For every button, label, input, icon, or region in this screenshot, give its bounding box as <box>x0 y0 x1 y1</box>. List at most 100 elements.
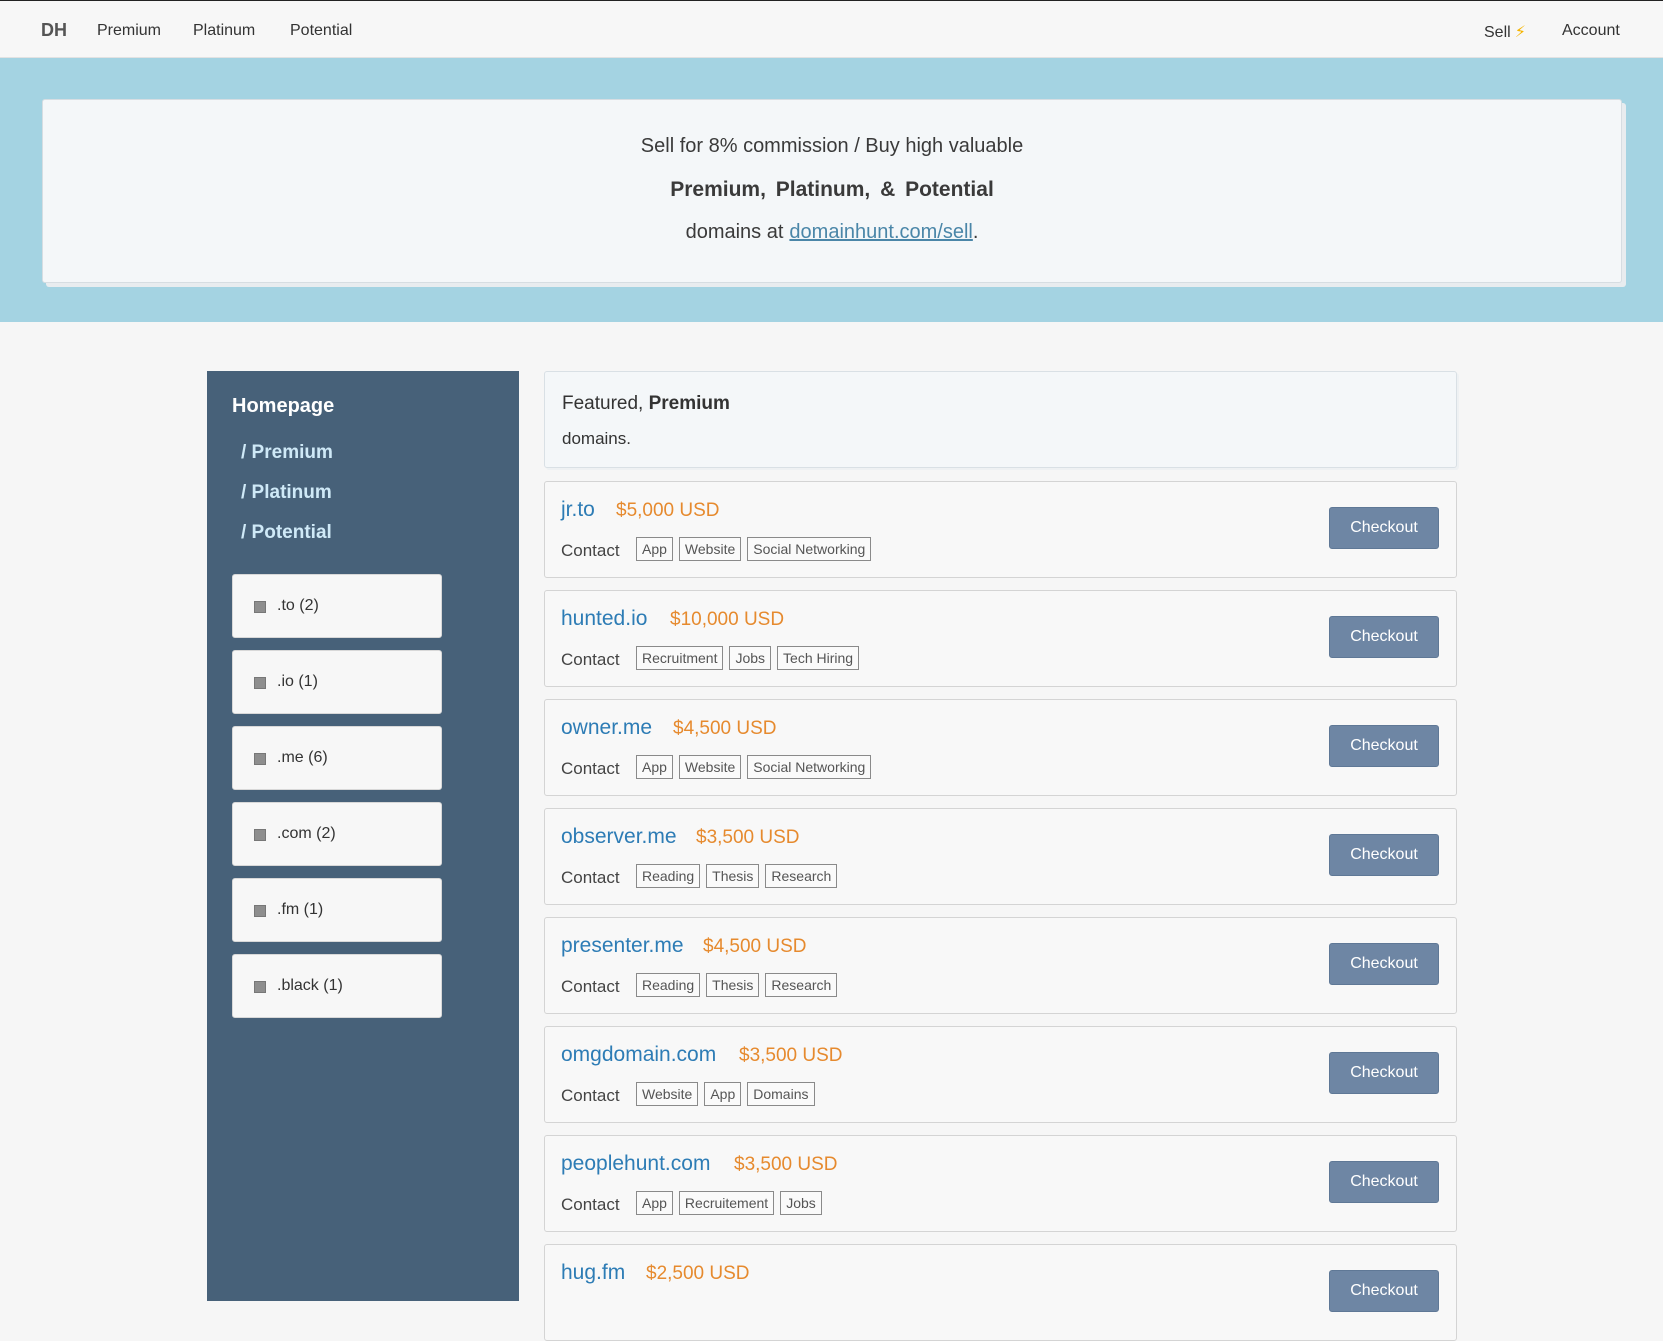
checkbox-icon[interactable] <box>254 981 266 993</box>
domain-tag: Social Networking <box>747 537 872 561</box>
domain-price: $4,500 USD <box>703 936 807 957</box>
nav-account-link[interactable]: Account <box>1562 22 1620 40</box>
domain-tag: Website <box>636 1082 699 1106</box>
contact-link[interactable]: Contact <box>561 650 620 670</box>
domain-name-link[interactable]: presenter.me <box>561 934 684 958</box>
domain-tag: Reading <box>636 864 701 888</box>
domain-name-link[interactable]: peoplehunt.com <box>561 1152 710 1176</box>
tld-filter-io[interactable]: .io (1) <box>232 650 442 714</box>
contact-link[interactable]: Contact <box>561 977 620 997</box>
domain-card: presenter.me $4,500 USD Contact Reading … <box>544 917 1457 1014</box>
contact-link[interactable]: Contact <box>561 868 620 888</box>
sidebar-category-platinum[interactable]: / Platinum <box>241 482 332 504</box>
domain-price: $10,000 USD <box>670 609 785 630</box>
checkbox-icon[interactable] <box>254 905 266 917</box>
tld-filter-label: .me (6) <box>277 749 328 766</box>
nav-link-potential[interactable]: Potential <box>290 22 352 40</box>
tld-filter-label: .black (1) <box>277 977 343 994</box>
domain-tag: Research <box>765 973 838 997</box>
hero-cta-line: domains at domainhunt.com/sell. <box>43 221 1621 244</box>
hero-card: Sell for 8% commission / Buy high valuab… <box>42 99 1622 283</box>
domain-price: $5,000 USD <box>616 500 720 521</box>
checkbox-icon[interactable] <box>254 829 266 841</box>
domain-name-link[interactable]: omgdomain.com <box>561 1043 716 1067</box>
domain-tag: App <box>636 755 673 779</box>
domain-tag: Reading <box>636 973 701 997</box>
nav-link-premium[interactable]: Premium <box>97 22 161 40</box>
domain-tag: App <box>704 1082 742 1106</box>
contact-link[interactable]: Contact <box>561 1086 620 1106</box>
tld-filter-me[interactable]: .me (6) <box>232 726 442 790</box>
checkout-button[interactable]: Checkout <box>1329 1270 1439 1312</box>
featured-prefix: Featured, <box>562 393 649 414</box>
domain-card: jr.to $5,000 USD Contact App Website Soc… <box>544 481 1457 578</box>
checkbox-icon[interactable] <box>254 601 266 613</box>
contact-link[interactable]: Contact <box>561 1195 620 1215</box>
nav-sell-label: Sell <box>1484 24 1511 41</box>
domain-price: $3,500 USD <box>734 1154 838 1175</box>
domain-tag: Jobs <box>729 646 772 670</box>
tld-filter-black[interactable]: .black (1) <box>232 954 442 1018</box>
featured-subtitle: domains. <box>562 429 631 448</box>
domain-tag: Thesis <box>706 973 760 997</box>
tag-list: Recruitment Jobs Tech Hiring <box>636 646 860 670</box>
sidebar: Homepage / Premium / Platinum / Potentia… <box>207 371 519 1301</box>
sell-page-link[interactable]: domainhunt.com/sell <box>789 221 972 243</box>
domain-price: $2,500 USD <box>646 1263 750 1284</box>
domain-card: hug.fm $2,500 USD Checkout <box>544 1244 1457 1341</box>
domain-card: omgdomain.com $3,500 USD Contact Website… <box>544 1026 1457 1123</box>
domain-tag: App <box>636 1191 673 1215</box>
domain-tag: Social Networking <box>747 755 872 779</box>
domain-card: owner.me $4,500 USD Contact App Website … <box>544 699 1457 796</box>
tag-list: App Website Social Networking <box>636 755 872 779</box>
checkout-button[interactable]: Checkout <box>1329 943 1439 985</box>
hero-cta-suffix: . <box>972 221 979 243</box>
domain-name-link[interactable]: owner.me <box>561 716 652 740</box>
tld-filter-label: .io (1) <box>277 673 318 690</box>
domain-tag: Recruitement <box>678 1191 775 1215</box>
domain-tag: App <box>636 537 673 561</box>
tld-filter-label: .to (2) <box>277 597 319 614</box>
domain-price: $3,500 USD <box>739 1045 843 1066</box>
domain-price: $3,500 USD <box>696 827 800 848</box>
domain-name-link[interactable]: hug.fm <box>561 1261 625 1285</box>
sidebar-homepage-link[interactable]: Homepage <box>232 395 334 418</box>
tag-list: Reading Thesis Research <box>636 864 838 888</box>
hero-cta-prefix: domains at <box>685 221 784 243</box>
domain-tag: Domains <box>747 1082 815 1106</box>
hero-banner: Sell for 8% commission / Buy high valuab… <box>0 58 1663 322</box>
nav-link-platinum[interactable]: Platinum <box>193 22 255 40</box>
domain-tag: Research <box>765 864 838 888</box>
contact-link[interactable]: Contact <box>561 759 620 779</box>
tld-filter-to[interactable]: .to (2) <box>232 574 442 638</box>
top-navbar: DH Premium Platinum Potential Sell ⚡ Acco… <box>0 0 1663 58</box>
tld-filter-fm[interactable]: .fm (1) <box>232 878 442 942</box>
contact-link[interactable]: Contact <box>561 541 620 561</box>
sidebar-category-potential[interactable]: / Potential <box>241 522 332 544</box>
featured-title: Featured, Premium <box>562 393 730 415</box>
checkout-button[interactable]: Checkout <box>1329 1052 1439 1094</box>
domain-name-link[interactable]: hunted.io <box>561 607 647 631</box>
brand-logo[interactable]: DH <box>41 20 67 41</box>
domain-tag: Website <box>678 537 742 561</box>
tag-list: Website App Domains <box>636 1082 815 1106</box>
domain-price: $4,500 USD <box>673 718 777 739</box>
checkout-button[interactable]: Checkout <box>1329 725 1439 767</box>
checkbox-icon[interactable] <box>254 753 266 765</box>
featured-tier: Premium <box>648 393 730 414</box>
domain-name-link[interactable]: observer.me <box>561 825 677 849</box>
sidebar-category-premium[interactable]: / Premium <box>241 442 333 464</box>
nav-sell-link[interactable]: Sell ⚡ <box>1484 22 1526 42</box>
domain-name-link[interactable]: jr.to <box>561 498 595 522</box>
checkout-button[interactable]: Checkout <box>1329 834 1439 876</box>
tag-list: App Website Social Networking <box>636 537 872 561</box>
tld-filter-com[interactable]: .com (2) <box>232 802 442 866</box>
checkbox-icon[interactable] <box>254 677 266 689</box>
checkout-button[interactable]: Checkout <box>1329 507 1439 549</box>
hero-tiers: Premium, Platinum, & Potential <box>670 178 994 201</box>
checkout-button[interactable]: Checkout <box>1329 1161 1439 1203</box>
tld-filter-label: .com (2) <box>277 825 336 842</box>
tag-list: Reading Thesis Research <box>636 973 838 997</box>
hero-headline: Sell for 8% commission / Buy high valuab… <box>640 135 1024 157</box>
checkout-button[interactable]: Checkout <box>1329 616 1439 658</box>
